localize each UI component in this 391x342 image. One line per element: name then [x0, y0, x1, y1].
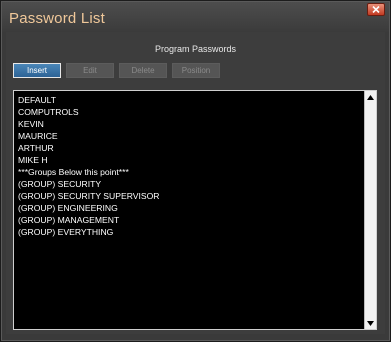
close-button[interactable] [367, 3, 385, 16]
scroll-up-button[interactable] [365, 92, 376, 102]
content-panel: Program Passwords Insert Edit Delete Pos… [6, 32, 385, 334]
arrow-up-icon [367, 94, 374, 100]
list-item[interactable]: (GROUP) SECURITY SUPERVISOR [18, 190, 160, 202]
window-title: Password List [9, 10, 105, 27]
list-item[interactable]: KEVIN [18, 118, 160, 130]
list-item[interactable]: ARTHUR [18, 142, 160, 154]
list-item[interactable]: ***Groups Below this point*** [18, 166, 160, 178]
delete-button[interactable]: Delete [119, 63, 167, 78]
edit-button[interactable]: Edit [66, 63, 114, 78]
list-item[interactable]: COMPUTROLS [18, 106, 160, 118]
password-list-window: Password List Program Passwords Insert E… [0, 0, 391, 342]
arrow-down-icon [367, 320, 374, 326]
password-items: DEFAULT COMPUTROLS KEVIN MAURICE ARTHUR … [18, 94, 160, 238]
scroll-down-button[interactable] [365, 318, 376, 328]
list-item[interactable]: (GROUP) MANAGEMENT [18, 214, 160, 226]
panel-heading: Program Passwords [154, 44, 237, 54]
list-item[interactable]: (GROUP) SECURITY [18, 178, 160, 190]
list-item[interactable]: MAURICE [18, 130, 160, 142]
password-listbox[interactable]: DEFAULT COMPUTROLS KEVIN MAURICE ARTHUR … [13, 90, 377, 330]
close-icon [372, 6, 380, 13]
list-item[interactable]: (GROUP) EVERYTHING [18, 226, 160, 238]
list-item[interactable]: (GROUP) ENGINEERING [18, 202, 160, 214]
vertical-scrollbar[interactable] [364, 91, 376, 329]
list-item[interactable]: MIKE H [18, 154, 160, 166]
insert-button[interactable]: Insert [13, 63, 61, 78]
position-button[interactable]: Position [172, 63, 220, 78]
title-bar[interactable]: Password List [2, 2, 389, 32]
list-item[interactable]: DEFAULT [18, 94, 160, 106]
